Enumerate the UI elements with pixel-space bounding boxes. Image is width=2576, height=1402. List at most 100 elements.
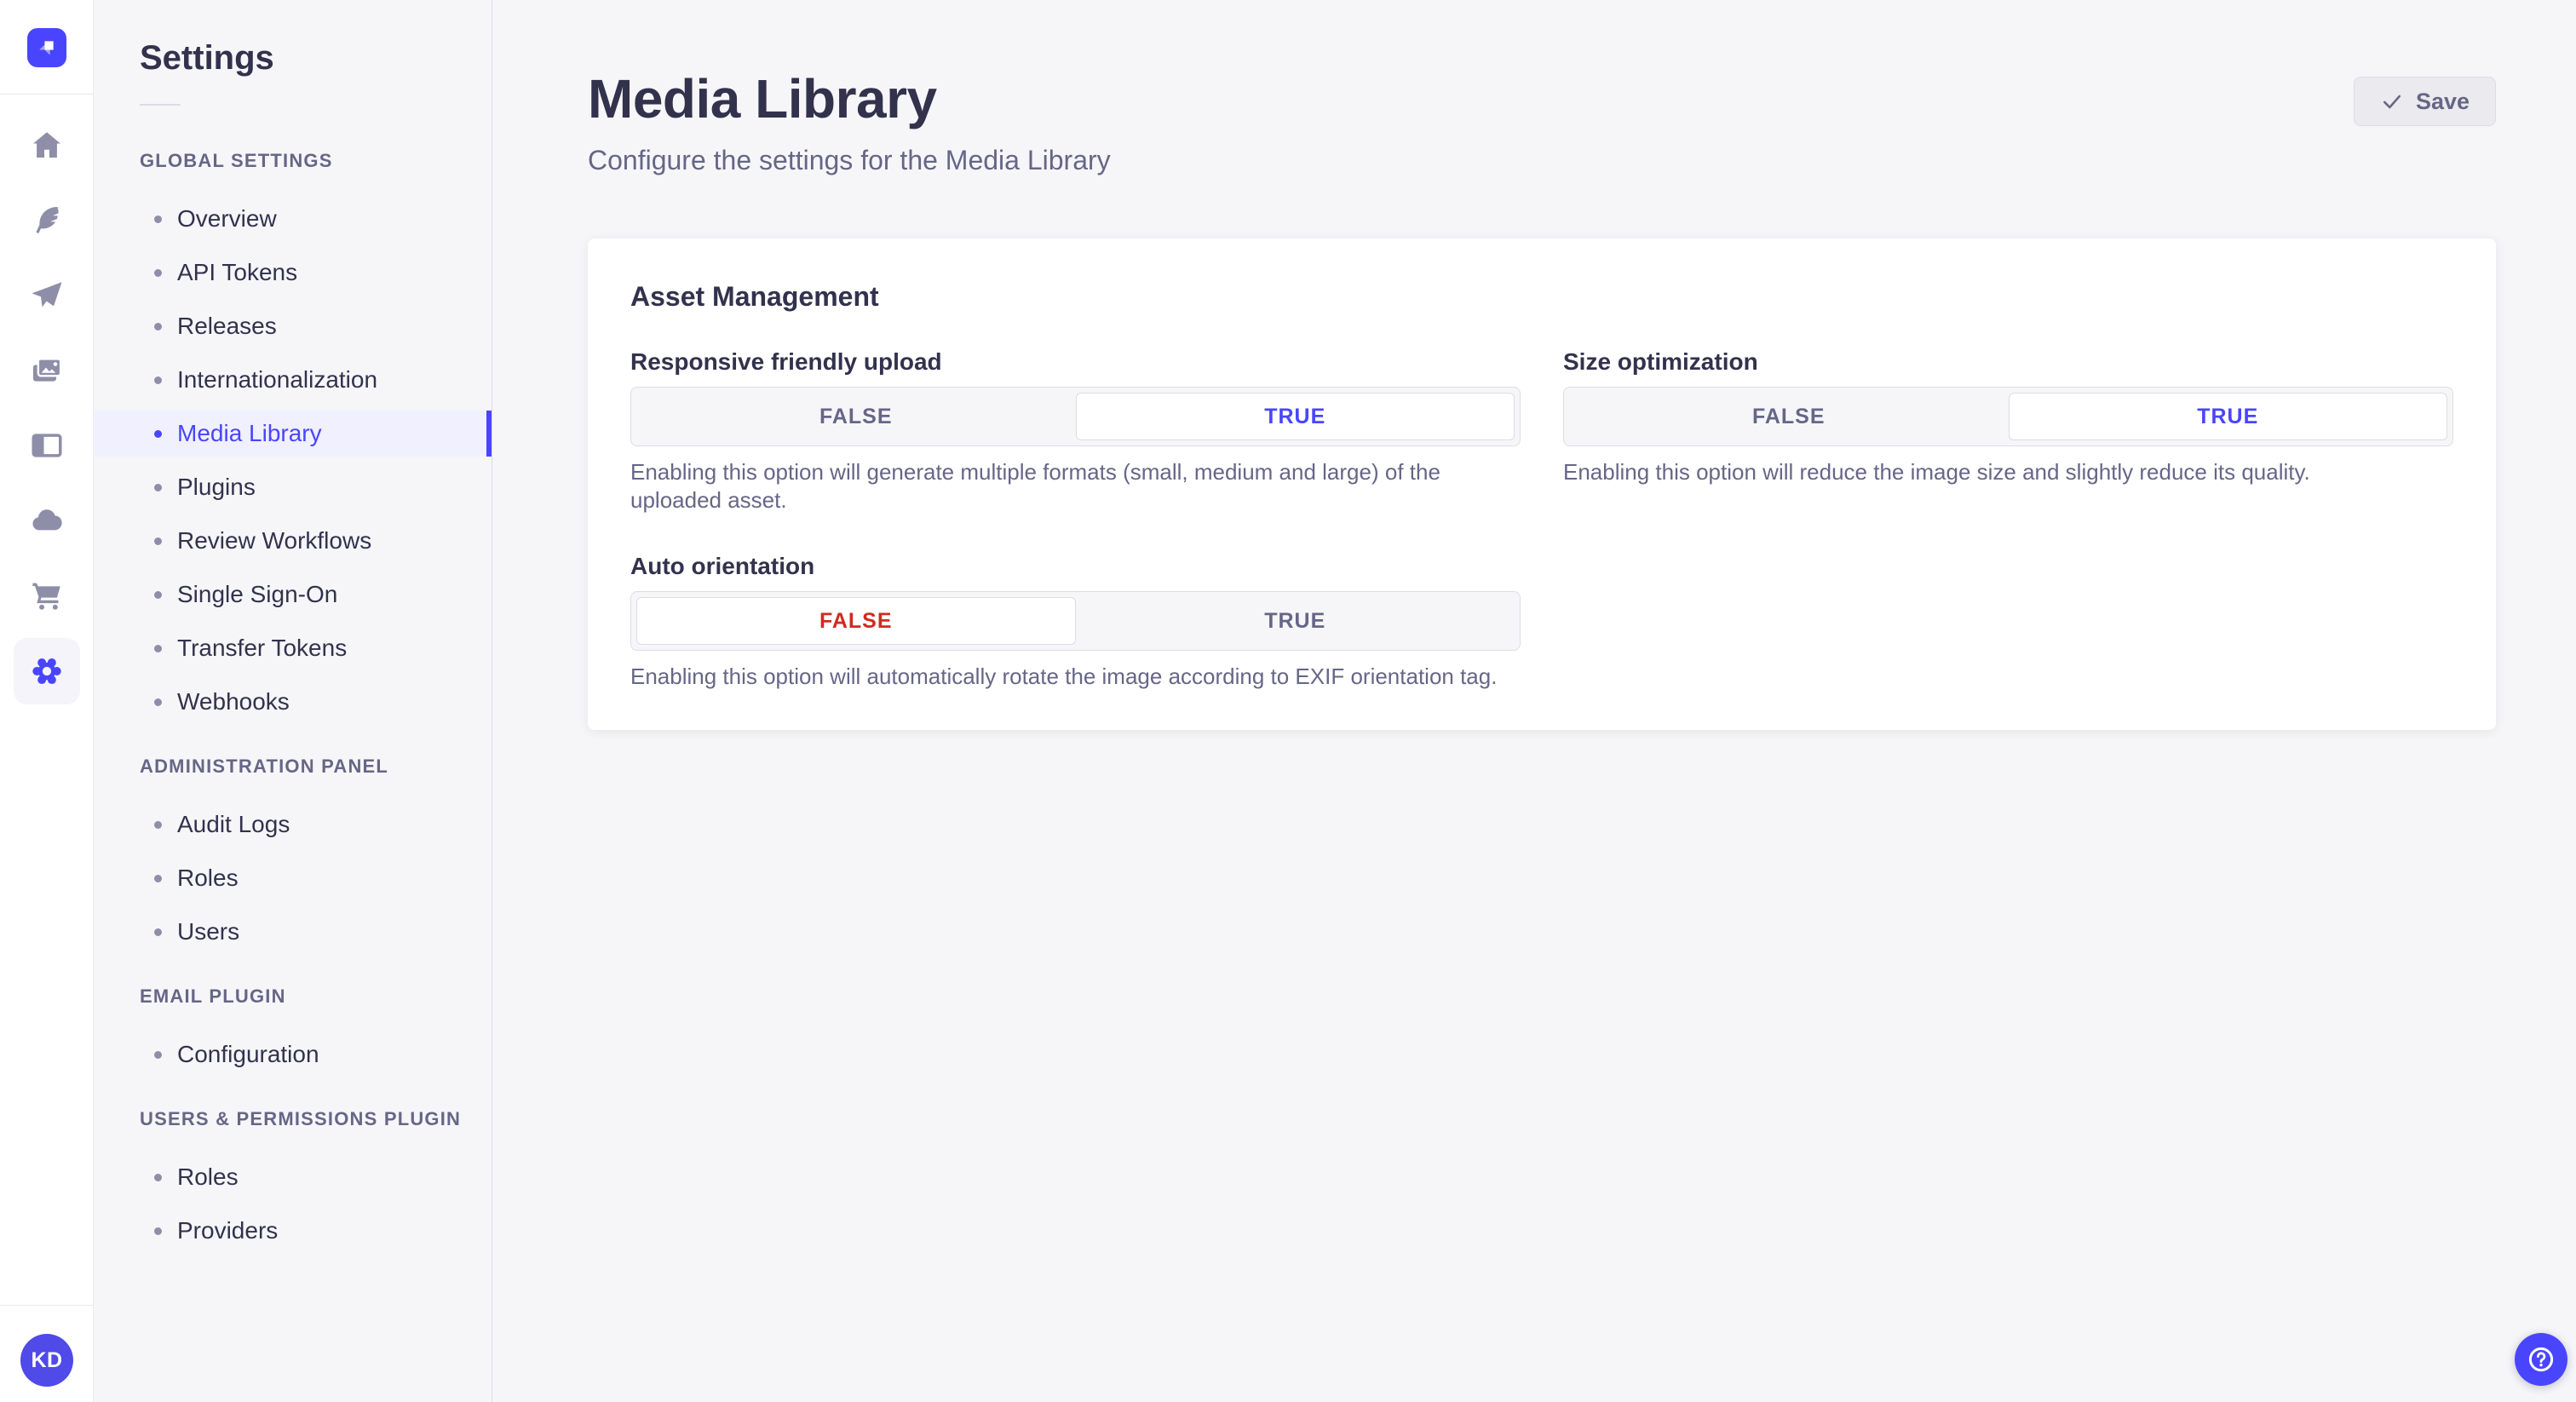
save-button[interactable]: Save xyxy=(2353,77,2496,126)
toggle-option-false[interactable]: FALSE xyxy=(1569,393,2009,440)
sidebar-item-roles[interactable]: Roles xyxy=(95,855,492,901)
sidebar-item-internationalization[interactable]: Internationalization xyxy=(95,357,492,403)
check-icon xyxy=(2380,89,2404,113)
field-auto-orientation: Auto orientation FALSE TRUE Enabling this o… xyxy=(630,552,1521,691)
sidebar-item-configuration[interactable]: Configuration xyxy=(95,1031,492,1077)
sidebar-item-label: Configuration xyxy=(177,1041,319,1067)
page-title: Media Library xyxy=(588,68,937,129)
toggle-option-false[interactable]: FALSE xyxy=(636,393,1076,440)
toggle-option-true[interactable]: TRUE xyxy=(1076,597,1515,645)
field-hint: Enabling this option will generate multi… xyxy=(630,459,1440,513)
field-size-optimization: Size optimization FALSE TRUE Enabling this … xyxy=(1563,348,2453,514)
sidebar-section-administration-panel: ADMINISTRATION PANEL Audit Logs Roles Users xyxy=(95,757,492,955)
sidebar-title-divider xyxy=(140,104,181,106)
field-label: Size optimization xyxy=(1563,348,1758,375)
rail-divider xyxy=(0,1305,94,1306)
item-bullet xyxy=(154,698,162,706)
item-bullet xyxy=(154,820,162,829)
sidebar-item-media-library[interactable]: Media Library xyxy=(95,411,492,457)
sidebar-item-single-sign-on[interactable]: Single Sign-On xyxy=(95,572,492,618)
settings-sidebar: Settings GLOBAL SETTINGS Overview API Toke… xyxy=(95,0,492,1402)
images-icon[interactable] xyxy=(26,350,67,391)
toggle-option-false[interactable]: FALSE xyxy=(636,597,1076,645)
item-bullet xyxy=(154,1173,162,1181)
item-bullet xyxy=(154,1050,162,1059)
sidebar-section-label: ADMINISTRATION PANEL xyxy=(140,756,389,777)
item-bullet xyxy=(154,590,162,599)
sidebar-item-label: Audit Logs xyxy=(177,811,290,837)
sidebar-item-webhooks[interactable]: Webhooks xyxy=(95,679,492,725)
sidebar-item-label: API Tokens xyxy=(177,259,298,285)
sidebar-item-review-workflows[interactable]: Review Workflows xyxy=(95,518,492,564)
sidebar-item-label: Media Library xyxy=(177,420,322,446)
item-bullet xyxy=(154,268,162,277)
sidebar-item-releases[interactable]: Releases xyxy=(95,303,492,349)
app-root: KD Settings GLOBAL SETTINGS Overview API T… xyxy=(0,0,2576,1402)
sidebar-item-transfer-tokens[interactable]: Transfer Tokens xyxy=(95,625,492,671)
item-bullet xyxy=(154,644,162,652)
sidebar-item-label: Internationalization xyxy=(177,366,378,393)
settings-gear-icon[interactable] xyxy=(13,638,80,704)
sidebar-item-label: Providers xyxy=(177,1217,279,1244)
page-header: Media Library Configure the settings for… xyxy=(492,0,2576,177)
sidebar-item-label: Roles xyxy=(177,1164,239,1190)
main-content: Media Library Configure the settings for… xyxy=(492,0,2576,1402)
main-nav-rail: KD xyxy=(0,0,94,1402)
sidebar-item-label: Overview xyxy=(177,205,277,232)
feather-icon[interactable] xyxy=(26,200,67,241)
toggle-option-true[interactable]: TRUE xyxy=(2008,393,2447,440)
question-mark-icon xyxy=(2526,1344,2556,1375)
user-avatar[interactable]: KD xyxy=(20,1334,73,1387)
sidebar-item-label: Review Workflows xyxy=(177,527,372,554)
sidebar-item-label: Transfer Tokens xyxy=(177,635,348,661)
toggle-auto-orientation: FALSE TRUE xyxy=(630,591,1521,651)
item-bullet xyxy=(154,537,162,545)
sidebar-item-users[interactable]: Users xyxy=(95,909,492,955)
send-icon[interactable] xyxy=(26,275,67,316)
item-bullet xyxy=(154,483,162,491)
sidebar-item-label: Plugins xyxy=(177,474,256,500)
field-hint: Enabling this option will automatically … xyxy=(630,664,1498,689)
sidebar-item-plugins[interactable]: Plugins xyxy=(95,464,492,510)
sidebar-item-label: Single Sign-On xyxy=(177,581,338,607)
toggle-option-true[interactable]: TRUE xyxy=(1075,393,1515,440)
sidebar-item-label: Users xyxy=(177,918,240,945)
toggle-responsive-friendly-upload: FALSE TRUE xyxy=(630,387,1521,446)
sidebar-item-label: Roles xyxy=(177,865,239,891)
item-bullet xyxy=(154,1227,162,1235)
sidebar-item-overview[interactable]: Overview xyxy=(95,196,492,242)
field-hint: Enabling this option will reduce the ima… xyxy=(1563,459,2310,485)
sidebar-item-audit-logs[interactable]: Audit Logs xyxy=(95,802,492,848)
card-title: Asset Management xyxy=(630,281,879,312)
sidebar-section-users-permissions-plugin: USERS & PERMISSIONS PLUGIN Roles Providers xyxy=(95,1110,492,1254)
sidebar-section-label: GLOBAL SETTINGS xyxy=(140,150,333,171)
strapi-logo-glyph xyxy=(39,41,54,55)
field-responsive-friendly-upload: Responsive friendly upload FALSE TRUE Enabl… xyxy=(630,348,1521,514)
sidebar-item-roles[interactable]: Roles xyxy=(95,1154,492,1200)
sidebar-section-email-plugin: EMAIL PLUGIN Configuration xyxy=(95,987,492,1077)
item-bullet xyxy=(154,928,162,936)
field-label: Auto orientation xyxy=(630,553,815,579)
cloud-icon[interactable] xyxy=(26,500,67,541)
sidebar-item-label: Webhooks xyxy=(177,688,290,715)
sidebar-item-providers[interactable]: Providers xyxy=(95,1208,492,1254)
item-bullet xyxy=(154,874,162,882)
toggle-size-optimization: FALSE TRUE xyxy=(1563,387,2453,446)
page-subtitle: Configure the settings for the Media Lib… xyxy=(588,145,1111,175)
cart-icon[interactable] xyxy=(26,575,67,616)
item-bullet xyxy=(154,322,162,330)
layout-icon[interactable] xyxy=(26,425,67,466)
home-icon[interactable] xyxy=(26,125,67,166)
field-label: Responsive friendly upload xyxy=(630,348,942,375)
item-bullet xyxy=(154,429,162,438)
strapi-logo[interactable] xyxy=(27,28,66,67)
sidebar-section-global-settings: GLOBAL SETTINGS Overview API Tokens Release… xyxy=(95,152,492,725)
item-bullet xyxy=(154,215,162,223)
sidebar-section-label: EMAIL PLUGIN xyxy=(140,985,286,1007)
sidebar-item-api-tokens[interactable]: API Tokens xyxy=(95,250,492,296)
item-bullet xyxy=(154,376,162,384)
sidebar-item-label: Releases xyxy=(177,313,277,339)
asset-management-card: Asset Management Responsive friendly upl… xyxy=(588,238,2496,730)
sidebar-title: Settings xyxy=(140,39,274,77)
help-button[interactable] xyxy=(2515,1333,2567,1386)
